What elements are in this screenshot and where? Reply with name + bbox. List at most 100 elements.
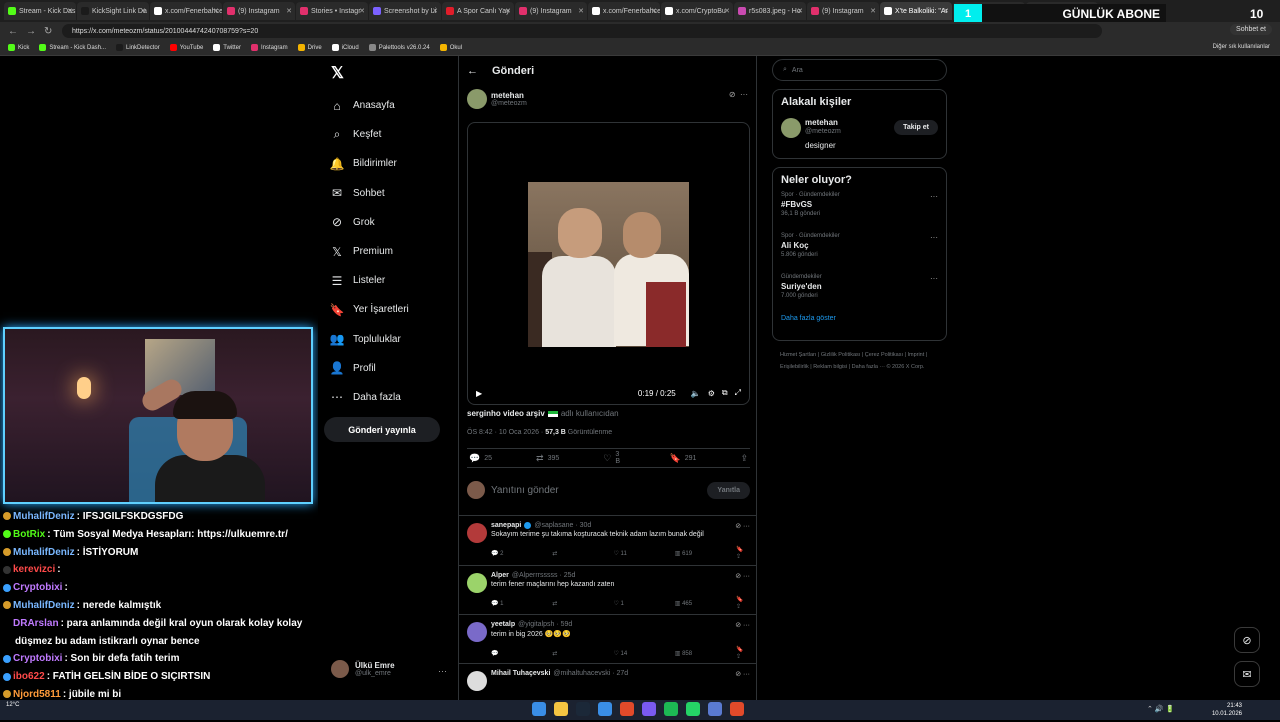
bookmark-item[interactable]: Stream - Kick Dash...: [39, 44, 106, 51]
more-icon[interactable]: ···: [740, 90, 748, 99]
grok-icon[interactable]: ⊘: [729, 90, 736, 99]
bookmark-item[interactable]: YouTube: [169, 44, 203, 51]
bookmark-item[interactable]: Kick: [8, 44, 29, 51]
browser-tab[interactable]: x.com/Fenerbahce ✕: [150, 2, 222, 20]
heart-icon[interactable]: ♡ 1: [614, 600, 675, 607]
url-field[interactable]: https://x.com/meteozm/status/20100444742…: [62, 24, 1102, 38]
nav-item[interactable]: 🔖 Yer İşaretleri: [330, 295, 409, 324]
reply-options[interactable]: ⊘ ···: [735, 522, 750, 530]
volume-icon[interactable]: 🔈: [691, 389, 701, 398]
views-icon[interactable]: ▥ 465: [675, 600, 736, 607]
follow-button[interactable]: Takip et: [894, 120, 938, 135]
close-icon[interactable]: ✕: [578, 7, 584, 15]
views-icon[interactable]: ▥ 858: [675, 650, 736, 657]
chat-username[interactable]: Cryptobixi: [13, 653, 62, 664]
bookmark-icon[interactable]: 🔖 ⇪: [736, 646, 750, 660]
bookmark-item[interactable]: Palettools v26.0.24: [368, 44, 430, 51]
like-action[interactable]: ♡ 3 B: [603, 451, 625, 465]
chat-username[interactable]: MuhalifDeniz: [13, 511, 75, 522]
reply-icon[interactable]: 💬: [491, 650, 552, 657]
post-author[interactable]: metehan @meteozm: [467, 89, 527, 109]
close-icon[interactable]: ✕: [359, 7, 365, 15]
system-tray[interactable]: ⌃ 🔊 🔋: [1147, 705, 1174, 713]
views-icon[interactable]: ▥ 619: [675, 550, 736, 557]
messages-fab-icon[interactable]: ✉: [1234, 661, 1260, 687]
repost-icon[interactable]: ⇄: [552, 600, 613, 607]
x-logo-icon[interactable]: 𝕏: [331, 63, 344, 83]
reply-author[interactable]: sanepapi: [491, 522, 521, 529]
close-icon[interactable]: ✕: [943, 7, 949, 15]
bookmark-item[interactable]: Okul: [439, 44, 462, 51]
post-button[interactable]: Gönderi yayınla: [324, 417, 440, 442]
more-icon[interactable]: ···: [438, 666, 447, 676]
browser-tab[interactable]: A Spor Canlı Yay ✕: [442, 2, 514, 20]
account-switcher[interactable]: Ülkü Emre @ulk_emre: [331, 660, 395, 678]
bookmark-icon[interactable]: 🔖 ⇪: [736, 546, 750, 560]
nav-item[interactable]: ✉ Sohbet: [330, 179, 409, 208]
browser-tab[interactable]: (9) Instagram ✕: [807, 2, 879, 20]
bookmark-item[interactable]: LinkDetector: [116, 44, 160, 51]
share-icon[interactable]: ⇪: [740, 453, 748, 464]
show-more-link[interactable]: Daha fazla göster: [773, 315, 946, 330]
nav-item[interactable]: 👤 Profil: [330, 354, 409, 383]
back-icon[interactable]: ←: [8, 26, 18, 37]
nav-item[interactable]: ⊘ Grok: [330, 208, 409, 237]
chat-username[interactable]: Cryptobixi: [13, 582, 62, 593]
close-icon[interactable]: ✕: [797, 7, 803, 15]
bookmark-item[interactable]: Drive: [297, 44, 322, 51]
other-bookmarks[interactable]: Diğer sık kullanılanlar: [1213, 44, 1270, 50]
more-icon[interactable]: ···: [930, 192, 938, 201]
nav-item[interactable]: 🔔 Bildirimler: [330, 149, 409, 178]
footer-links[interactable]: Hizmet Şartları | Gizlilik Politikası | …: [780, 350, 945, 373]
pip-icon[interactable]: ⧉: [722, 388, 728, 398]
close-icon[interactable]: ✕: [870, 7, 876, 15]
chat-username[interactable]: ibo622: [13, 671, 45, 682]
chat-username[interactable]: kerevizci: [13, 564, 55, 575]
trend-item[interactable]: Spor · Gündemdekiler Ali Koç 5.806 gönderi…: [773, 233, 946, 274]
bookmark-item[interactable]: Instagram: [250, 44, 288, 51]
browser-tab[interactable]: (9) Instagram ✕: [223, 2, 295, 20]
chat-username[interactable]: MuhalifDeniz: [13, 547, 75, 558]
repost-icon[interactable]: ⇄: [552, 650, 613, 657]
attribution-user[interactable]: serginho video arşiv: [467, 409, 545, 418]
app-icon[interactable]: [708, 702, 722, 716]
close-icon[interactable]: ✕: [651, 7, 657, 15]
nav-item[interactable]: ⌕ Keşfet: [330, 120, 409, 149]
browser-tab[interactable]: X'te Balkoliki: "Ar ✕: [880, 2, 952, 20]
close-icon[interactable]: ✕: [724, 7, 730, 15]
heart-icon[interactable]: ♡ 11: [614, 550, 675, 557]
play-icon[interactable]: ▶: [476, 389, 482, 398]
steam-icon[interactable]: [576, 702, 590, 716]
chat-username[interactable]: DRArslan: [13, 618, 59, 629]
post-timestamp[interactable]: ÖS 8:42 · 10 Oca 2026 ·: [467, 429, 545, 436]
close-icon[interactable]: ✕: [505, 7, 511, 15]
repost-action[interactable]: ⇄ 395: [536, 453, 559, 464]
browser-tab[interactable]: Stream - Kick Das ✕: [4, 2, 76, 20]
settings-icon[interactable]: ⚙: [708, 389, 715, 398]
app-icon[interactable]: [730, 702, 744, 716]
explorer-icon[interactable]: [554, 702, 568, 716]
close-icon[interactable]: ✕: [286, 7, 292, 15]
more-icon[interactable]: ···: [930, 274, 938, 283]
trend-item[interactable]: Spor · Gündemdekiler #FBvGS 36,1 B gönderi…: [773, 192, 946, 233]
whatsapp-icon[interactable]: [686, 702, 700, 716]
nav-item[interactable]: ☰ Listeler: [330, 266, 409, 295]
close-icon[interactable]: ✕: [432, 7, 438, 15]
browser-tab[interactable]: Screenshot by Li ✕: [369, 2, 441, 20]
browser-tab[interactable]: Stories • Instagr ✕: [296, 2, 368, 20]
nav-item[interactable]: 𝕏 Premium: [330, 237, 409, 266]
fullscreen-icon[interactable]: ⤢: [735, 388, 741, 398]
browser-tab[interactable]: r5s083.jpeg - Ho ✕: [734, 2, 806, 20]
reply-author[interactable]: Mihail Tuhaçevski: [491, 670, 550, 677]
close-icon[interactable]: ✕: [67, 7, 73, 15]
reply-options[interactable]: ⊘ ···: [735, 670, 750, 678]
bookmark-action[interactable]: 🔖 291: [670, 453, 697, 464]
chat-button[interactable]: Sohbet et: [1230, 24, 1272, 35]
forward-icon[interactable]: →: [26, 26, 36, 37]
reply-item[interactable]: yeetalp @yigitalpsh · 59d terim in big 202…: [459, 614, 756, 664]
close-icon[interactable]: ✕: [140, 7, 146, 15]
reply-action[interactable]: 💬 25: [469, 453, 492, 464]
spotify-icon[interactable]: [664, 702, 678, 716]
bookmark-icon[interactable]: 🔖 ⇪: [736, 596, 750, 610]
nav-item[interactable]: ⌂ Anasayfa: [330, 91, 409, 120]
